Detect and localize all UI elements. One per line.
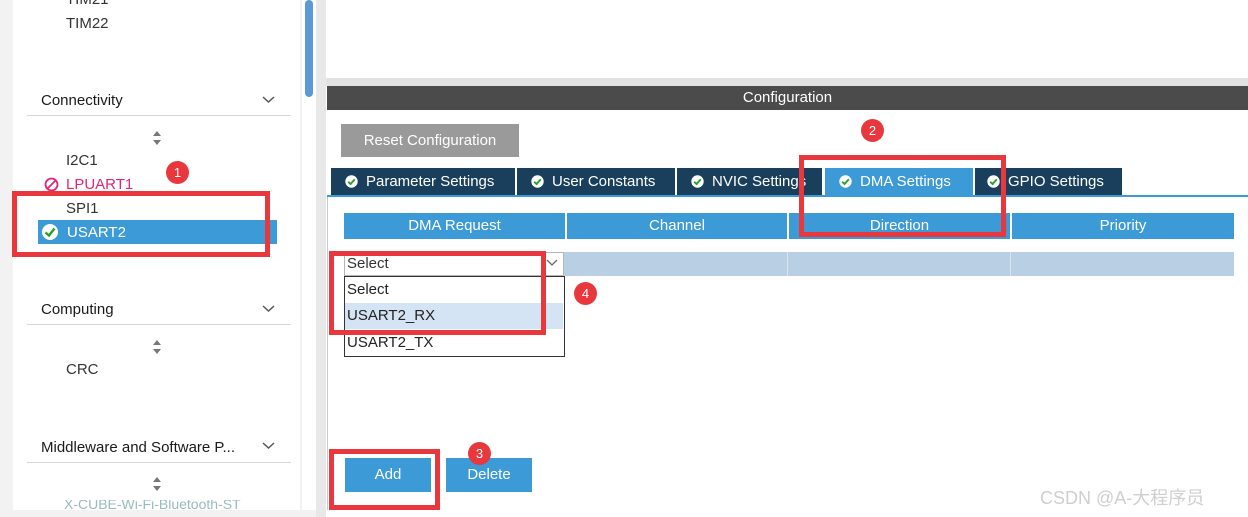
check-circle-icon: [345, 175, 358, 188]
sidebar-item-partial-label: X-CUBE-Wi-Fi-Bluetooth-ST: [64, 500, 241, 510]
cell-divider: [1010, 252, 1011, 276]
category-middleware[interactable]: Middleware and Software P...: [41, 439, 235, 456]
annotation-badge-3: 3: [468, 442, 491, 465]
disabled-icon: [44, 177, 59, 192]
mode-panel: [326, 0, 1248, 78]
tab-bar-underline: [327, 195, 1248, 197]
panel-splitter-horizontal[interactable]: [326, 78, 1248, 86]
cell-divider: [787, 252, 788, 276]
tab-user-constants[interactable]: User Constants: [517, 168, 675, 195]
sort-icon[interactable]: [151, 130, 163, 146]
watermark: CSDN @A-大程序员: [1040, 488, 1205, 508]
chevron-down-icon[interactable]: [262, 439, 275, 452]
annotation-box-2: [799, 155, 1006, 237]
sidebar-item-crc[interactable]: CRC: [66, 361, 99, 378]
category-divider: [27, 324, 291, 325]
sort-icon[interactable]: [151, 476, 163, 492]
annotation-box-1: [12, 191, 270, 257]
sidebar-item-tim22[interactable]: TIM22: [66, 15, 109, 32]
tab-label: Parameter Settings: [366, 173, 495, 190]
sidebar-item-partial[interactable]: X-CUBE-Wi-Fi-Bluetooth-ST: [40, 500, 300, 510]
configuration-header: Configuration: [327, 86, 1248, 110]
reset-configuration-button[interactable]: Reset Configuration: [341, 124, 519, 157]
check-circle-icon: [691, 175, 704, 188]
annotation-badge-2: 2: [861, 119, 884, 142]
sidebar-item-i2c1[interactable]: I2C1: [66, 152, 98, 169]
annotation-box-3: [329, 449, 440, 510]
sidebar-scrollbar-thumb[interactable]: [305, 0, 313, 97]
annotation-badge-4: 4: [574, 282, 597, 305]
tab-label: User Constants: [552, 173, 656, 190]
content-border: [327, 197, 328, 510]
chevron-down-icon[interactable]: [262, 302, 275, 315]
check-circle-icon: [531, 175, 544, 188]
tab-label: GPIO Settings: [1008, 173, 1104, 190]
annotation-box-4: [329, 251, 546, 335]
column-header-dma-request[interactable]: DMA Request: [344, 213, 565, 239]
sidebar-item-tim21[interactable]: TIM21: [66, 0, 109, 8]
sort-icon[interactable]: [151, 339, 163, 355]
panel-splitter[interactable]: [316, 0, 326, 517]
tab-label: NVIC Settings: [712, 173, 807, 190]
annotation-badge-1: 1: [166, 161, 189, 184]
column-header-priority[interactable]: Priority: [1012, 213, 1234, 239]
chevron-down-icon[interactable]: [262, 93, 275, 106]
category-connectivity[interactable]: Connectivity: [41, 92, 123, 109]
delete-button[interactable]: Delete: [446, 458, 532, 492]
category-computing[interactable]: Computing: [41, 301, 114, 318]
tab-parameter-settings[interactable]: Parameter Settings: [331, 168, 515, 195]
column-header-channel[interactable]: Channel: [567, 213, 787, 239]
category-divider: [27, 115, 291, 116]
category-divider: [27, 462, 291, 463]
chevron-down-icon[interactable]: [545, 257, 559, 269]
